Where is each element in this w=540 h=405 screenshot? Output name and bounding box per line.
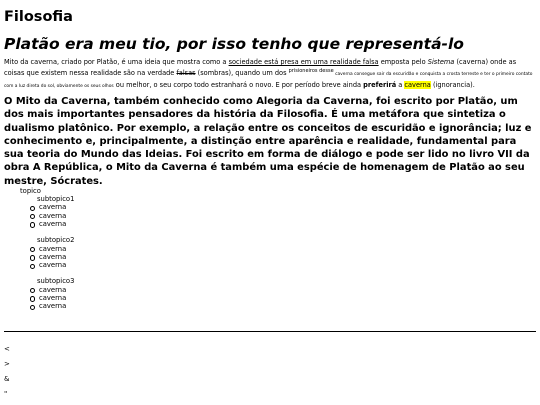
site-title: Filosofia (4, 9, 73, 25)
list-item: caverna (29, 261, 74, 269)
tree-root: topico (20, 187, 41, 195)
list-item: caverna (29, 302, 74, 310)
list-item: caverna (29, 245, 74, 253)
symbol-ampersand: & (4, 375, 10, 383)
symbol-greater-than: > (4, 360, 10, 368)
page-subtitle: Platão era meu tio, por isso tenho que r… (4, 35, 464, 53)
highlighted-text: caverna (404, 81, 431, 89)
list-item: caverna (29, 253, 74, 261)
subtopic-group: subtopico2 caverna caverna caverna (4, 236, 74, 269)
subtopic-list: caverna caverna caverna (4, 245, 74, 270)
list-item: caverna (29, 203, 74, 211)
list-item: caverna (29, 220, 74, 228)
subtopic-group: subtopico3 caverna caverna caverna (4, 277, 74, 310)
subtopic-list: caverna caverna caverna (4, 203, 74, 228)
intro-paragraph: Mito da caverna, criado por Platão, é um… (4, 57, 536, 92)
horizontal-rule (4, 331, 536, 332)
subtopic-title: subtopico1 (37, 195, 75, 204)
superscript-text: prisioneiros desse (288, 68, 334, 74)
lead-paragraph: O Mito da Caverna, também conhecido como… (4, 96, 532, 187)
topic-tree: topico subtopico1 caverna caverna cavern… (4, 187, 74, 319)
subtopic-group: subtopico1 caverna caverna caverna (4, 195, 74, 228)
list-item: caverna (29, 286, 74, 294)
list-item: caverna (29, 294, 74, 302)
symbol-quote: " (4, 390, 8, 398)
subtopic-list: caverna caverna caverna (4, 286, 74, 311)
emphasis-text: Sistema (427, 58, 455, 66)
intro-text: emposta pelo (378, 58, 428, 66)
intro-text: Mito da caverna, criado por Platão, é um… (4, 58, 229, 66)
symbol-less-than: < (4, 345, 10, 353)
intro-text: ou melhor, o seu corpo todo estranhará o… (113, 81, 364, 89)
subtopic-title: subtopico3 (37, 277, 75, 286)
list-item: caverna (29, 212, 74, 220)
bold-text: preferirá (363, 81, 397, 89)
underlined-text: sociedade está presa em uma realidade fa… (228, 58, 379, 66)
subtopic-title: subtopico2 (37, 236, 75, 245)
intro-text: (ignorancia). (430, 81, 475, 89)
deleted-text: falsas (176, 69, 196, 77)
intro-text: (sombras), quando um dos (195, 69, 289, 77)
